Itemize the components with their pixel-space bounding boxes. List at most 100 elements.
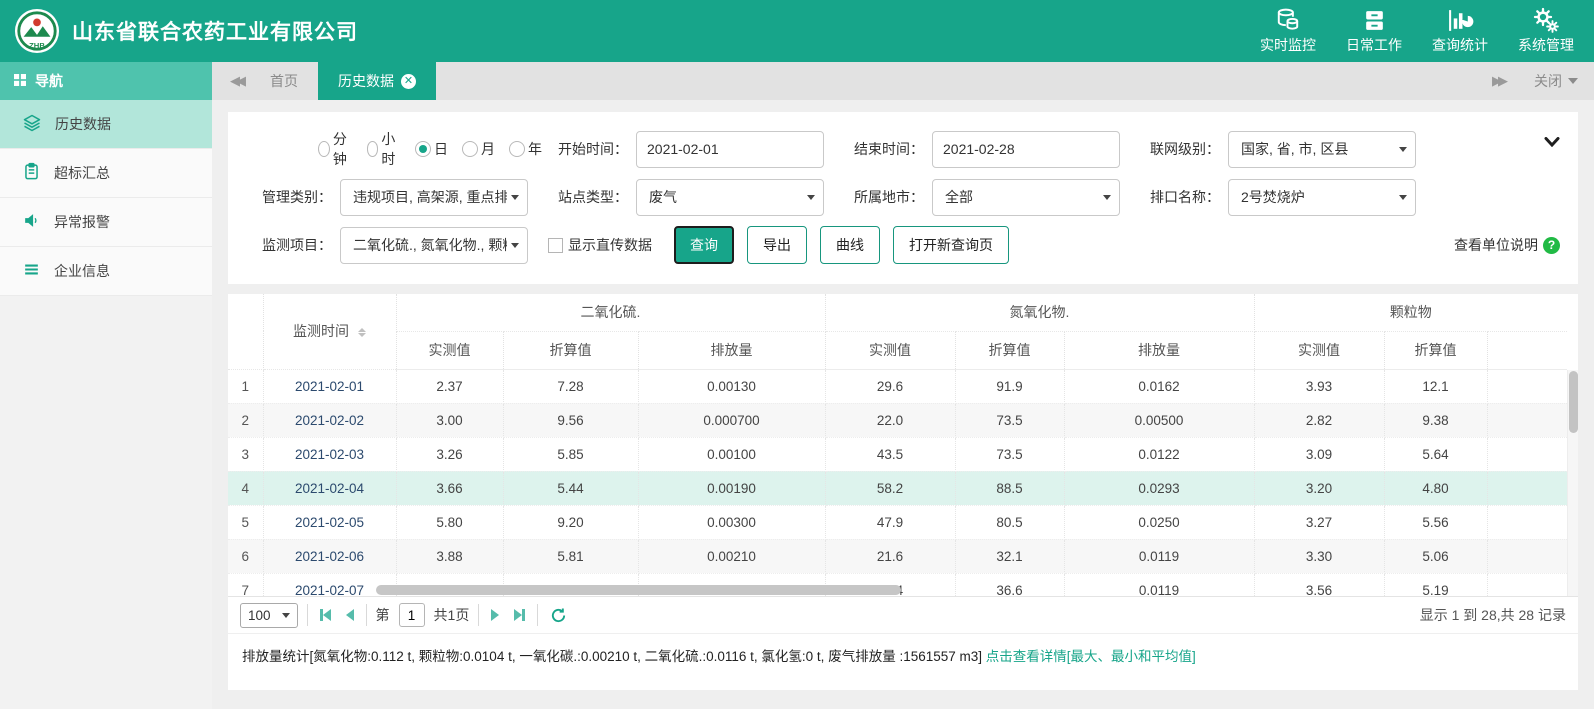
- tab-scroll-left-icon[interactable]: ◀◀: [222, 73, 250, 89]
- outlet-name-select[interactable]: 2号焚烧炉: [1228, 179, 1416, 216]
- nav-query-statistics[interactable]: 查询统计: [1432, 7, 1488, 55]
- tab-close-icon[interactable]: ✕: [401, 74, 416, 89]
- vertical-scrollbar[interactable]: [1567, 370, 1578, 596]
- end-time-label: 结束时间：: [838, 139, 932, 159]
- curve-button[interactable]: 曲线: [820, 226, 880, 264]
- value-cell: 3.00: [396, 403, 503, 437]
- monitor-items-select[interactable]: 二氧化硫., 氮氧化物., 颗粒: [340, 227, 528, 264]
- last-page-icon[interactable]: [511, 609, 528, 621]
- pagination-bar: 100 第 共1页: [228, 597, 1578, 633]
- date-cell[interactable]: 2021-02-06: [263, 539, 396, 573]
- value-cell: 0.0119: [1064, 539, 1254, 573]
- select-value: 全部: [945, 187, 1099, 207]
- open-new-query-button[interactable]: 打开新查询页: [893, 226, 1009, 264]
- value-cell: 3.20: [1254, 471, 1384, 505]
- value-cell: 43.5: [825, 437, 955, 471]
- group-header-pm: 颗粒物: [1254, 294, 1567, 331]
- management-category-select[interactable]: 违规项目, 高架源, 重点排: [340, 179, 528, 216]
- value-cell: 5.06: [1384, 539, 1487, 573]
- date-cell[interactable]: 2021-02-01: [263, 369, 396, 403]
- date-cell[interactable]: 2021-02-04: [263, 471, 396, 505]
- table-row[interactable]: 32021-02-033.265.850.0010043.573.50.0122…: [228, 437, 1567, 471]
- value-cell: 0.00190: [638, 471, 825, 505]
- nav-daily-work[interactable]: 日常工作: [1346, 7, 1402, 55]
- start-time-input[interactable]: [636, 131, 824, 168]
- sidebar-item-enterprise-info[interactable]: 企业信息: [0, 247, 212, 296]
- sidebar-item-exceedance-summary[interactable]: 超标汇总: [0, 149, 212, 198]
- period-radio-minute[interactable]: 分钟: [318, 129, 353, 169]
- chevron-down-icon: [1399, 147, 1407, 152]
- value-cell: 9.38: [1384, 403, 1487, 437]
- value-cell: 5.81: [503, 539, 638, 573]
- value-cell: 9.20: [503, 505, 638, 539]
- page-number-input[interactable]: [399, 603, 425, 627]
- date-cell[interactable]: 2021-02-02: [263, 403, 396, 437]
- table-row[interactable]: 62021-02-063.885.810.0021021.632.10.0119…: [228, 539, 1567, 573]
- site-type-select[interactable]: 废气: [636, 179, 824, 216]
- filter-panel: 分钟小时日月年 开始时间： 结束时间： 联网级别： 国家, 省, 市, 区县: [228, 112, 1578, 284]
- top-nav: 实时监控 日常工作 查询统计: [1260, 7, 1574, 55]
- select-value: 废气: [649, 187, 803, 207]
- table-viewport: 监测时间 二氧化硫. 氮氧化物. 颗粒物 实测值 折算值 排放量: [228, 294, 1578, 597]
- value-cell: 73.5: [955, 403, 1064, 437]
- city-select[interactable]: 全部: [932, 179, 1120, 216]
- sort-icon[interactable]: [358, 328, 366, 337]
- export-button[interactable]: 导出: [747, 226, 807, 264]
- next-page-icon[interactable]: [488, 609, 502, 621]
- page-size-select[interactable]: 100: [240, 603, 298, 628]
- tab-history-data[interactable]: 历史数据 ✕: [318, 62, 436, 100]
- nav-realtime-monitor[interactable]: 实时监控: [1260, 7, 1316, 55]
- time-column-header[interactable]: 监测时间: [263, 294, 396, 369]
- sidebar-item-label: 历史数据: [55, 114, 111, 134]
- value-cell: 2.82: [1254, 403, 1384, 437]
- value-cell: 4.80: [1384, 471, 1487, 505]
- date-cell[interactable]: 2021-02-03: [263, 437, 396, 471]
- table-row[interactable]: 42021-02-043.665.440.0019058.288.50.0293…: [228, 471, 1567, 505]
- period-radio-hour[interactable]: 小时: [367, 129, 402, 169]
- query-button[interactable]: 查询: [674, 226, 734, 264]
- page-prefix: 第: [376, 605, 390, 625]
- chevron-down-icon: [511, 243, 519, 248]
- date-cell[interactable]: 2021-02-05: [263, 505, 396, 539]
- data-table: 监测时间 二氧化硫. 氮氧化物. 颗粒物 实测值 折算值 排放量: [228, 294, 1567, 597]
- unit-help-link[interactable]: 查看单位说明 ?: [1454, 235, 1560, 255]
- view-details-link[interactable]: 点击查看详情[最大、最小和平均值]: [986, 649, 1196, 664]
- tab-home[interactable]: 首页: [250, 62, 318, 100]
- table-row[interactable]: 52021-02-055.809.200.0030047.980.50.0250…: [228, 505, 1567, 539]
- value-cell: 5.85: [503, 437, 638, 471]
- page-title: 山东省联合农药工业有限公司: [72, 16, 358, 46]
- site-type-label: 站点类型：: [542, 187, 636, 207]
- refresh-icon[interactable]: [547, 607, 570, 624]
- row-number: 5: [228, 505, 263, 539]
- horizontal-scrollbar-thumb[interactable]: [376, 585, 901, 595]
- tab-scroll-right-icon[interactable]: ▶▶: [1484, 73, 1512, 89]
- nav-label: 系统管理: [1518, 35, 1574, 55]
- select-value: 2号焚烧炉: [1241, 187, 1395, 207]
- value-cell: 3.27: [1254, 505, 1384, 539]
- network-level-label: 联网级别：: [1134, 139, 1228, 159]
- nav-system-management[interactable]: 系统管理: [1518, 7, 1574, 55]
- end-time-input[interactable]: [932, 131, 1120, 168]
- sidebar-item-abnormal-alarm[interactable]: 异常报警: [0, 198, 212, 247]
- period-radio-day[interactable]: 日: [415, 139, 448, 159]
- gears-icon: [1533, 7, 1559, 33]
- period-radio-year[interactable]: 年: [509, 139, 542, 159]
- table-row[interactable]: 22021-02-023.009.560.00070022.073.50.005…: [228, 403, 1567, 437]
- record-summary: 显示 1 到 28,共 28 记录: [1420, 605, 1566, 625]
- network-level-select[interactable]: 国家, 省, 市, 区县: [1228, 131, 1416, 168]
- date-cell[interactable]: 2021-02-07: [263, 573, 396, 597]
- vertical-scrollbar-thumb[interactable]: [1569, 371, 1578, 433]
- collapse-filters-icon[interactable]: [1544, 134, 1560, 150]
- value-cell: [1487, 471, 1567, 505]
- direct-data-checkbox[interactable]: 显示直传数据: [548, 235, 652, 255]
- close-menu-button[interactable]: 关闭: [1534, 71, 1578, 91]
- period-radio-month[interactable]: 月: [462, 139, 495, 159]
- value-cell: 0.0122: [1064, 437, 1254, 471]
- sidebar-item-label: 企业信息: [54, 261, 110, 281]
- prev-page-icon[interactable]: [343, 609, 357, 621]
- table-row[interactable]: 12021-02-012.377.280.0013029.691.90.0162…: [228, 369, 1567, 403]
- sidebar-item-history-data[interactable]: 历史数据: [0, 100, 212, 149]
- value-cell: 0.000700: [638, 403, 825, 437]
- unit-help-label: 查看单位说明: [1454, 235, 1538, 255]
- first-page-icon[interactable]: [317, 609, 334, 621]
